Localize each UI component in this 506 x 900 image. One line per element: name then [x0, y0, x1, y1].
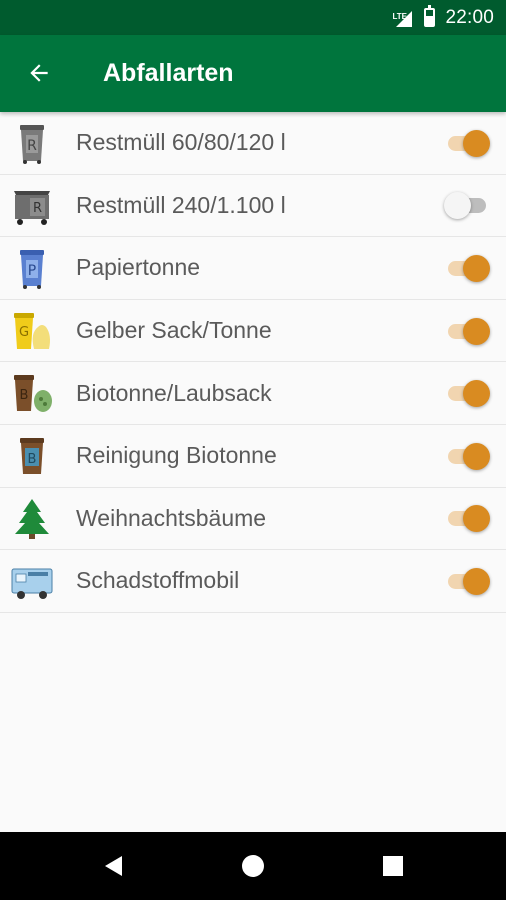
nav-home-icon — [242, 855, 264, 877]
item-label: Schadstoffmobil — [76, 567, 240, 594]
toggle-switch[interactable] — [444, 564, 490, 598]
item-label: Restmüll 240/1.100 l — [76, 191, 286, 218]
brown-bin-b-sack-icon: B — [10, 371, 54, 415]
app-bar: Abfallarten — [0, 35, 506, 112]
toggle-switch[interactable] — [444, 439, 490, 473]
svg-text:B: B — [28, 452, 37, 467]
svg-text:P: P — [28, 263, 36, 279]
nav-recents-icon — [383, 856, 403, 876]
large-grey-container-r-icon: R — [10, 183, 54, 227]
list-item[interactable]: Schadstoffmobil — [0, 550, 506, 613]
list-item[interactable]: R Restmüll 60/80/120 l — [0, 112, 506, 175]
svg-text:G: G — [19, 325, 29, 340]
status-bar: LTE 22:00 — [0, 0, 506, 35]
nav-recents-button[interactable] — [358, 832, 428, 900]
list-item[interactable]: G Gelber Sack/Tonne — [0, 300, 506, 363]
list-item[interactable]: P Papiertonne — [0, 237, 506, 300]
item-label: Gelber Sack/Tonne — [76, 317, 272, 344]
item-label: Papiertonne — [76, 254, 201, 281]
christmas-tree-icon — [10, 496, 54, 540]
toggle-switch[interactable] — [444, 376, 490, 410]
list-item[interactable]: B Reinigung Biotonne — [0, 425, 506, 488]
list-item[interactable]: R Restmüll 240/1.100 l — [0, 175, 506, 238]
page-title: Abfallarten — [103, 59, 234, 87]
item-label: Weihnachtsbäume — [76, 504, 267, 531]
blue-bin-p-icon: P — [10, 246, 54, 290]
toggle-switch[interactable] — [444, 314, 490, 348]
nav-back-button[interactable] — [79, 832, 149, 900]
toggle-switch[interactable] — [444, 188, 490, 222]
list-item[interactable]: B Biotonne/Laubsack — [0, 362, 506, 425]
svg-text:B: B — [20, 388, 29, 403]
grey-bin-r-icon: R — [10, 121, 54, 165]
item-label: Biotonne/Laubsack — [76, 379, 272, 406]
status-time: 22:00 — [445, 6, 494, 28]
arrow-back-icon — [30, 64, 48, 82]
item-label: Reinigung Biotonne — [76, 442, 277, 469]
nav-back-icon — [105, 856, 122, 876]
battery-icon — [424, 5, 436, 27]
list-item[interactable]: Weihnachtsbäume — [0, 488, 506, 551]
system-nav-bar — [0, 832, 506, 900]
svg-text:R: R — [33, 201, 42, 216]
toggle-switch[interactable] — [444, 501, 490, 535]
hazardous-waste-truck-icon — [10, 559, 54, 603]
waste-type-list: R Restmüll 60/80/120 l R Restmüll 240/1.… — [0, 112, 506, 613]
signal-icon: LTE — [392, 7, 414, 29]
back-button[interactable] — [22, 56, 56, 90]
svg-text:R: R — [27, 138, 37, 154]
item-label: Restmüll 60/80/120 l — [76, 129, 286, 156]
nav-home-button[interactable] — [218, 832, 288, 900]
toggle-switch[interactable] — [444, 251, 490, 285]
brown-bin-b-clean-icon: B — [10, 434, 54, 478]
yellow-bin-sack-g-icon: G — [10, 309, 54, 353]
toggle-switch[interactable] — [444, 126, 490, 160]
